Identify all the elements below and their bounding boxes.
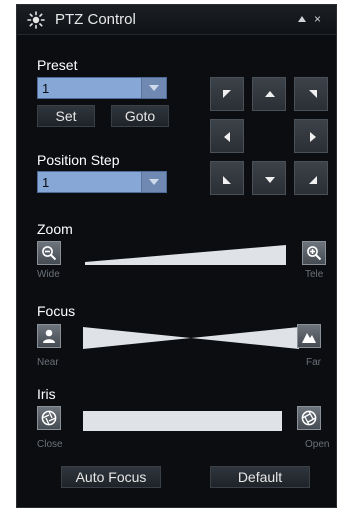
zoom-wide-button[interactable]: [37, 241, 61, 265]
pan-down-left-button[interactable]: [210, 161, 244, 195]
preset-value: 1: [42, 81, 50, 96]
position-step-value: 1: [42, 175, 50, 190]
aperture-closed-icon: [41, 410, 57, 426]
zoom-slider[interactable]: [85, 245, 286, 265]
zoom-out-icon: [42, 246, 57, 261]
arrow-down-left-icon: [223, 176, 231, 184]
arrow-up-left-icon: [223, 90, 231, 98]
iris-close-label: Close: [37, 439, 63, 450]
arrow-right-icon: [310, 132, 316, 142]
focus-label: Focus: [37, 303, 76, 319]
zoom-in-icon: [307, 246, 322, 261]
position-step-dropdown-arrow[interactable]: [141, 172, 166, 192]
focus-near-label: Near: [37, 357, 59, 368]
chevron-down-icon: [149, 179, 159, 185]
focus-slider[interactable]: [83, 327, 299, 349]
close-icon[interactable]: ×: [314, 13, 321, 25]
iris-label: Iris: [37, 386, 56, 402]
title-bar: PTZ Control ×: [17, 5, 336, 35]
iris-open-button[interactable]: [297, 406, 321, 430]
pan-left-button[interactable]: [210, 119, 244, 153]
tilt-down-button[interactable]: [252, 161, 286, 195]
arrow-down-right-icon: [309, 176, 317, 184]
ptz-camera-icon: [27, 11, 45, 29]
goto-preset-button[interactable]: Goto: [111, 105, 169, 127]
pan-right-button[interactable]: [294, 119, 328, 153]
mountain-icon: [302, 333, 316, 343]
focus-far-button[interactable]: [297, 324, 321, 348]
aperture-open-icon: [301, 410, 317, 426]
ptz-control-panel: PTZ Control × Preset 1 Set Goto Position…: [16, 4, 337, 508]
preset-select[interactable]: 1: [37, 77, 167, 99]
chevron-down-icon: [149, 85, 159, 91]
iris-open-label: Open: [305, 439, 330, 450]
iris-close-button[interactable]: [37, 406, 61, 430]
pan-up-right-button[interactable]: [294, 77, 328, 111]
zoom-wide-label: Wide: [37, 269, 60, 280]
position-step-label: Position Step: [37, 152, 120, 168]
pan-down-right-button[interactable]: [294, 161, 328, 195]
auto-focus-button[interactable]: Auto Focus: [61, 466, 161, 488]
iris-slider[interactable]: [83, 411, 282, 431]
default-button[interactable]: Default: [210, 466, 310, 488]
focus-far-label: Far: [306, 357, 321, 368]
direction-pad: [210, 77, 328, 195]
arrow-left-icon: [224, 132, 230, 142]
person-icon: [43, 329, 55, 343]
preset-label: Preset: [37, 57, 78, 73]
zoom-tele-button[interactable]: [302, 241, 326, 265]
set-preset-button[interactable]: Set: [37, 105, 95, 127]
arrow-up-right-icon: [309, 90, 317, 98]
preset-dropdown-arrow[interactable]: [141, 78, 166, 98]
focus-near-button[interactable]: [37, 324, 61, 348]
arrow-up-icon: [265, 91, 275, 97]
collapse-icon[interactable]: [297, 15, 307, 23]
position-step-select[interactable]: 1: [37, 171, 167, 193]
zoom-label: Zoom: [37, 221, 73, 237]
window-title: PTZ Control: [55, 11, 136, 28]
zoom-tele-label: Tele: [305, 269, 324, 280]
arrow-down-icon: [265, 177, 275, 183]
tilt-up-button[interactable]: [252, 77, 286, 111]
pan-up-left-button[interactable]: [210, 77, 244, 111]
